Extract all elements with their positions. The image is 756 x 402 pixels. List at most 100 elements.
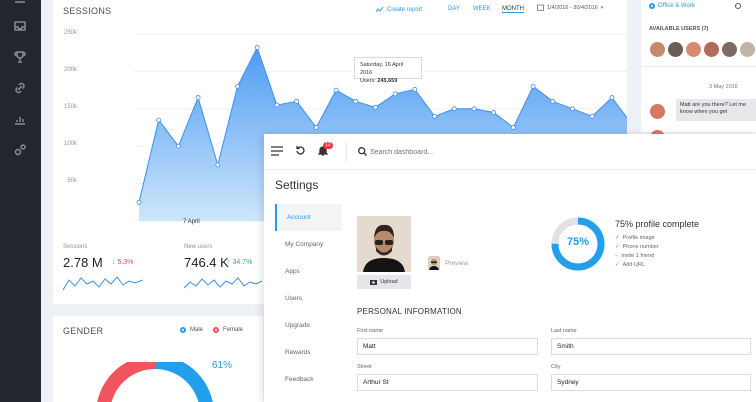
checklist-item: ✓ Add URL — [615, 262, 645, 268]
chart-point[interactable] — [491, 110, 497, 115]
city-field[interactable] — [551, 374, 751, 391]
menu-item-apps[interactable]: Apps — [275, 258, 342, 285]
inbox-icon[interactable] — [12, 18, 28, 34]
checklist-item: – Invite 1 friend — [615, 253, 654, 259]
street-field[interactable] — [357, 374, 538, 391]
hamburger-icon[interactable] — [271, 146, 283, 156]
chart-point[interactable] — [432, 113, 437, 119]
gender-donut — [97, 362, 213, 402]
chart-point[interactable] — [274, 102, 280, 108]
arrow-down-icon: ↓ — [112, 259, 116, 266]
last-name-field[interactable] — [551, 338, 751, 355]
dash-icon: – — [615, 253, 619, 259]
gender-card: GENDER Male Female 61% — [53, 316, 263, 402]
check-icon: ✓ — [615, 244, 620, 250]
menu-item-feedback[interactable]: Feedback — [275, 366, 342, 393]
tooltip-value: 245,659 — [377, 78, 398, 84]
checklist-label: Profile image — [622, 235, 655, 241]
chart-point[interactable] — [215, 162, 221, 168]
settings-menu: Account My Company Apps Users Upgrade Re… — [275, 204, 342, 393]
stat-sessions-label: Sessions — [63, 244, 88, 250]
stat-newusers-value: 746.4 K — [184, 255, 229, 270]
checklist-label: Invite 1 friend — [621, 253, 655, 259]
available-users-label: AVAILABLE USERS (7) — [649, 26, 709, 32]
camera-icon — [370, 280, 378, 285]
legend-male: Male — [190, 327, 204, 333]
street-label: Street — [357, 364, 372, 370]
link-icon[interactable] — [12, 80, 28, 96]
trophy-icon[interactable] — [12, 49, 28, 65]
chart-point[interactable] — [176, 143, 181, 149]
radio-icon[interactable] — [735, 3, 741, 9]
stat-newusers-delta-value: 34.7% — [232, 259, 253, 266]
menu-item-users[interactable]: Users — [275, 285, 342, 312]
chart-point[interactable] — [530, 83, 536, 89]
chart-point[interactable] — [195, 95, 201, 100]
top-bar: 12 — [264, 134, 756, 170]
chart-point[interactable] — [471, 106, 477, 112]
avatar[interactable] — [722, 42, 737, 57]
search-icon — [358, 147, 367, 156]
chart-point[interactable] — [550, 98, 556, 104]
chart-point[interactable] — [373, 104, 378, 110]
female-dot-icon — [213, 327, 220, 333]
chart-point[interactable] — [589, 113, 595, 119]
preview-label: Preview — [445, 260, 469, 267]
menu-item-account[interactable]: Account — [275, 204, 342, 231]
menu-icon[interactable] — [12, 0, 28, 10]
chart-point[interactable] — [136, 199, 142, 205]
chart-point[interactable] — [392, 91, 398, 97]
menu-item-rewards[interactable]: Rewards — [275, 339, 342, 366]
first-name-label: First name — [357, 328, 383, 334]
menu-item-upgrade[interactable]: Upgrade — [275, 312, 342, 339]
filter-office-work[interactable]: Office & Work — [649, 3, 695, 9]
profile-photo — [357, 216, 411, 272]
chart-point[interactable] — [156, 117, 162, 123]
radio-icon — [649, 3, 655, 9]
checklist-label: Phone number — [622, 244, 659, 250]
chart-point[interactable] — [412, 86, 418, 92]
male-dot-icon — [180, 327, 186, 333]
checklist-item: ✓ Profile image — [615, 235, 655, 241]
chart-point[interactable] — [353, 98, 359, 104]
progress-percent: 75% — [566, 236, 590, 248]
stat-newusers-delta: ↑ 34.7% — [227, 259, 252, 266]
chart-point[interactable] — [313, 125, 319, 130]
chart-point[interactable] — [510, 125, 516, 130]
search-input[interactable] — [370, 145, 550, 159]
avatar[interactable] — [650, 42, 665, 57]
profile-complete-title: 75% profile complete — [615, 219, 700, 229]
chat-message: Matt are you there? Let me know when you… — [676, 99, 756, 121]
chart-point[interactable] — [570, 106, 575, 112]
chart-point[interactable] — [333, 87, 339, 93]
refresh-icon[interactable] — [295, 145, 306, 156]
avatar[interactable] — [740, 42, 755, 57]
legend-female: Female — [223, 327, 244, 333]
upload-button[interactable]: Upload — [357, 275, 411, 289]
first-name-field[interactable] — [357, 338, 538, 355]
avatar[interactable] — [704, 42, 719, 57]
gender-title: GENDER — [63, 326, 104, 336]
tooltip-label: Users: — [360, 78, 376, 84]
chart-point[interactable] — [254, 45, 260, 50]
chart-point[interactable] — [451, 106, 457, 112]
page-title: Settings — [275, 178, 319, 192]
x-tick: 7 April — [183, 219, 200, 225]
avatar[interactable] — [668, 42, 683, 57]
menu-item-my-company[interactable]: My Company — [275, 231, 342, 258]
chart-point[interactable] — [235, 83, 240, 89]
chat-date: 3 May 2016 — [709, 84, 738, 90]
chart-tooltip: Saturday, 16 April 2016 Users: 245,659 — [354, 57, 422, 84]
arrow-up-icon: ↑ — [227, 259, 231, 266]
filter-label: Office & Work — [658, 3, 695, 9]
sidebar — [0, 0, 41, 402]
chart-point[interactable] — [609, 95, 615, 100]
chart-icon[interactable] — [12, 111, 28, 127]
chart-point[interactable] — [294, 98, 300, 104]
stat-sessions-delta: ↓ 5.3% — [112, 259, 133, 266]
stat-sessions-value: 2.78 M — [63, 255, 103, 270]
checklist-item: ✓ Phone number — [615, 244, 659, 250]
settings-icon[interactable] — [12, 142, 28, 158]
avatar[interactable] — [686, 42, 701, 57]
tooltip-date: Saturday, 16 April 2016 — [360, 62, 404, 76]
